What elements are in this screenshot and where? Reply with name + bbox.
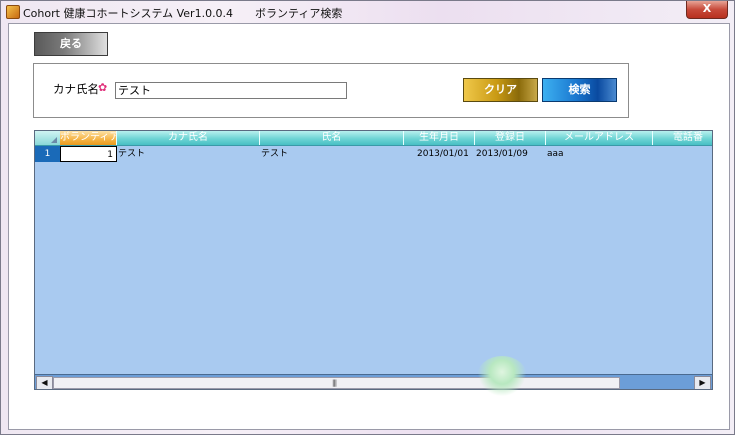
app-window: Cohort 健康コホートシステム Ver1.0.0.4 ボランティア検索 X …: [0, 0, 735, 435]
column-header-email[interactable]: メールアドレス: [546, 131, 653, 145]
column-header-name[interactable]: 氏名: [260, 131, 404, 145]
scroll-grip-icon: |||: [332, 379, 337, 387]
corner-triangle-icon: [51, 137, 57, 143]
column-header-registration-date[interactable]: 登録日: [475, 131, 546, 145]
client-area: 戻る カナ氏名 ✿ クリア 検索 ボランティアID カナ氏名 氏名 生年月日 登…: [8, 23, 730, 430]
results-grid[interactable]: ボランティアID カナ氏名 氏名 生年月日 登録日 メールアドレス 電話番 1 …: [34, 130, 713, 390]
cell-volunteer-id[interactable]: 1: [60, 146, 117, 162]
required-icon: ✿: [98, 81, 108, 94]
grid-header: ボランティアID カナ氏名 氏名 生年月日 登録日 メールアドレス 電話番: [35, 131, 712, 146]
back-button[interactable]: 戻る: [34, 32, 108, 56]
select-all-corner[interactable]: [35, 131, 60, 145]
cell-email[interactable]: aaa: [547, 146, 653, 162]
column-header-birthdate[interactable]: 生年月日: [404, 131, 475, 145]
clear-button[interactable]: クリア: [463, 78, 538, 102]
title-bar[interactable]: Cohort 健康コホートシステム Ver1.0.0.4 ボランティア検索 X: [1, 1, 734, 23]
decorative-glow: [477, 356, 527, 396]
search-panel: カナ氏名 ✿ クリア 検索: [33, 63, 629, 118]
kana-name-input[interactable]: [115, 82, 347, 99]
column-header-kana-name[interactable]: カナ氏名: [117, 131, 260, 145]
cell-phone[interactable]: [654, 146, 712, 162]
window-title: Cohort 健康コホートシステム Ver1.0.0.4 ボランティア検索: [23, 7, 343, 20]
app-icon: [6, 5, 20, 19]
table-row[interactable]: 1 テスト テスト 2013/01/01 2013/01/09 aaa: [60, 146, 712, 162]
cell-registration-date[interactable]: 2013/01/09: [476, 146, 546, 162]
cell-kana-name[interactable]: テスト: [118, 146, 260, 162]
scroll-thumb[interactable]: |||: [53, 377, 620, 389]
column-header-phone[interactable]: 電話番: [653, 131, 712, 145]
kana-name-label: カナ氏名: [53, 82, 99, 96]
horizontal-scrollbar[interactable]: ◀ ||| ▶: [35, 374, 712, 389]
cell-name[interactable]: テスト: [261, 146, 404, 162]
row-header[interactable]: 1: [35, 146, 60, 162]
scroll-right-icon[interactable]: ▶: [694, 376, 711, 389]
search-button[interactable]: 検索: [542, 78, 617, 102]
close-button[interactable]: X: [686, 1, 728, 19]
column-header-volunteer-id[interactable]: ボランティアID: [60, 131, 117, 145]
scroll-left-icon[interactable]: ◀: [36, 376, 53, 389]
